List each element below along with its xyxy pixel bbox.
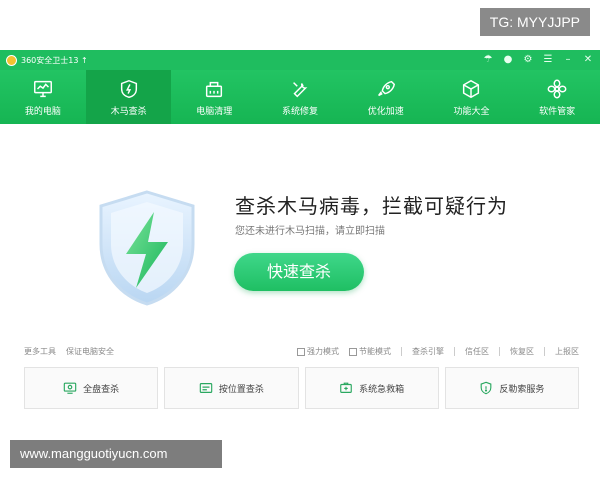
more-tools-link[interactable]: 更多工具 — [24, 346, 56, 357]
divider — [544, 347, 545, 356]
card-label: 按位置查杀 — [218, 384, 264, 395]
folder-scan-icon — [199, 381, 213, 395]
scan-options: 全盘查杀 按位置查杀 系统急救箱 反勒索服务 — [24, 367, 579, 409]
shield-bolt-icon — [99, 190, 195, 306]
restore-zone-link[interactable]: 恢复区 — [510, 346, 534, 357]
monitor-scan-icon — [63, 381, 77, 395]
first-aid-icon — [339, 381, 353, 395]
card-label: 系统急救箱 — [359, 384, 405, 395]
anti-ransom-card[interactable]: 反勒索服务 — [444, 367, 579, 409]
tools-bar: 更多工具 保证电脑安全 强力模式 节能模式 查杀引擎 信任区 恢复区 上报区 — [24, 346, 579, 360]
divider — [499, 347, 500, 356]
report-zone-link[interactable]: 上报区 — [555, 346, 579, 357]
location-scan-card[interactable]: 按位置查杀 — [164, 367, 299, 409]
scan-engine-link[interactable]: 查杀引擎 — [412, 346, 444, 357]
divider — [454, 347, 455, 356]
power-mode-checkbox[interactable]: 强力模式 — [297, 346, 339, 357]
card-label: 反勒索服务 — [499, 384, 545, 395]
scan-hero: 查杀木马病毒，拦截可疑行为 您还未进行木马扫描，请立即扫描 快速查杀 — [0, 0, 600, 306]
divider — [401, 347, 402, 356]
card-label: 全盘查杀 — [83, 384, 120, 395]
full-scan-card[interactable]: 全盘查杀 — [24, 367, 159, 409]
tools-caption: 保证电脑安全 — [66, 347, 114, 356]
first-aid-card[interactable]: 系统急救箱 — [304, 367, 439, 409]
watermark-url: www.mangguotiyucn.com — [10, 440, 222, 468]
quick-scan-button[interactable]: 快速查杀 — [234, 253, 364, 291]
trust-zone-link[interactable]: 信任区 — [465, 346, 489, 357]
hero-subtitle: 您还未进行木马扫描，请立即扫描 — [235, 226, 385, 237]
shield-lock-icon — [479, 381, 493, 395]
hero-title: 查杀木马病毒，拦截可疑行为 — [235, 194, 508, 218]
eco-mode-checkbox[interactable]: 节能模式 — [349, 346, 391, 357]
